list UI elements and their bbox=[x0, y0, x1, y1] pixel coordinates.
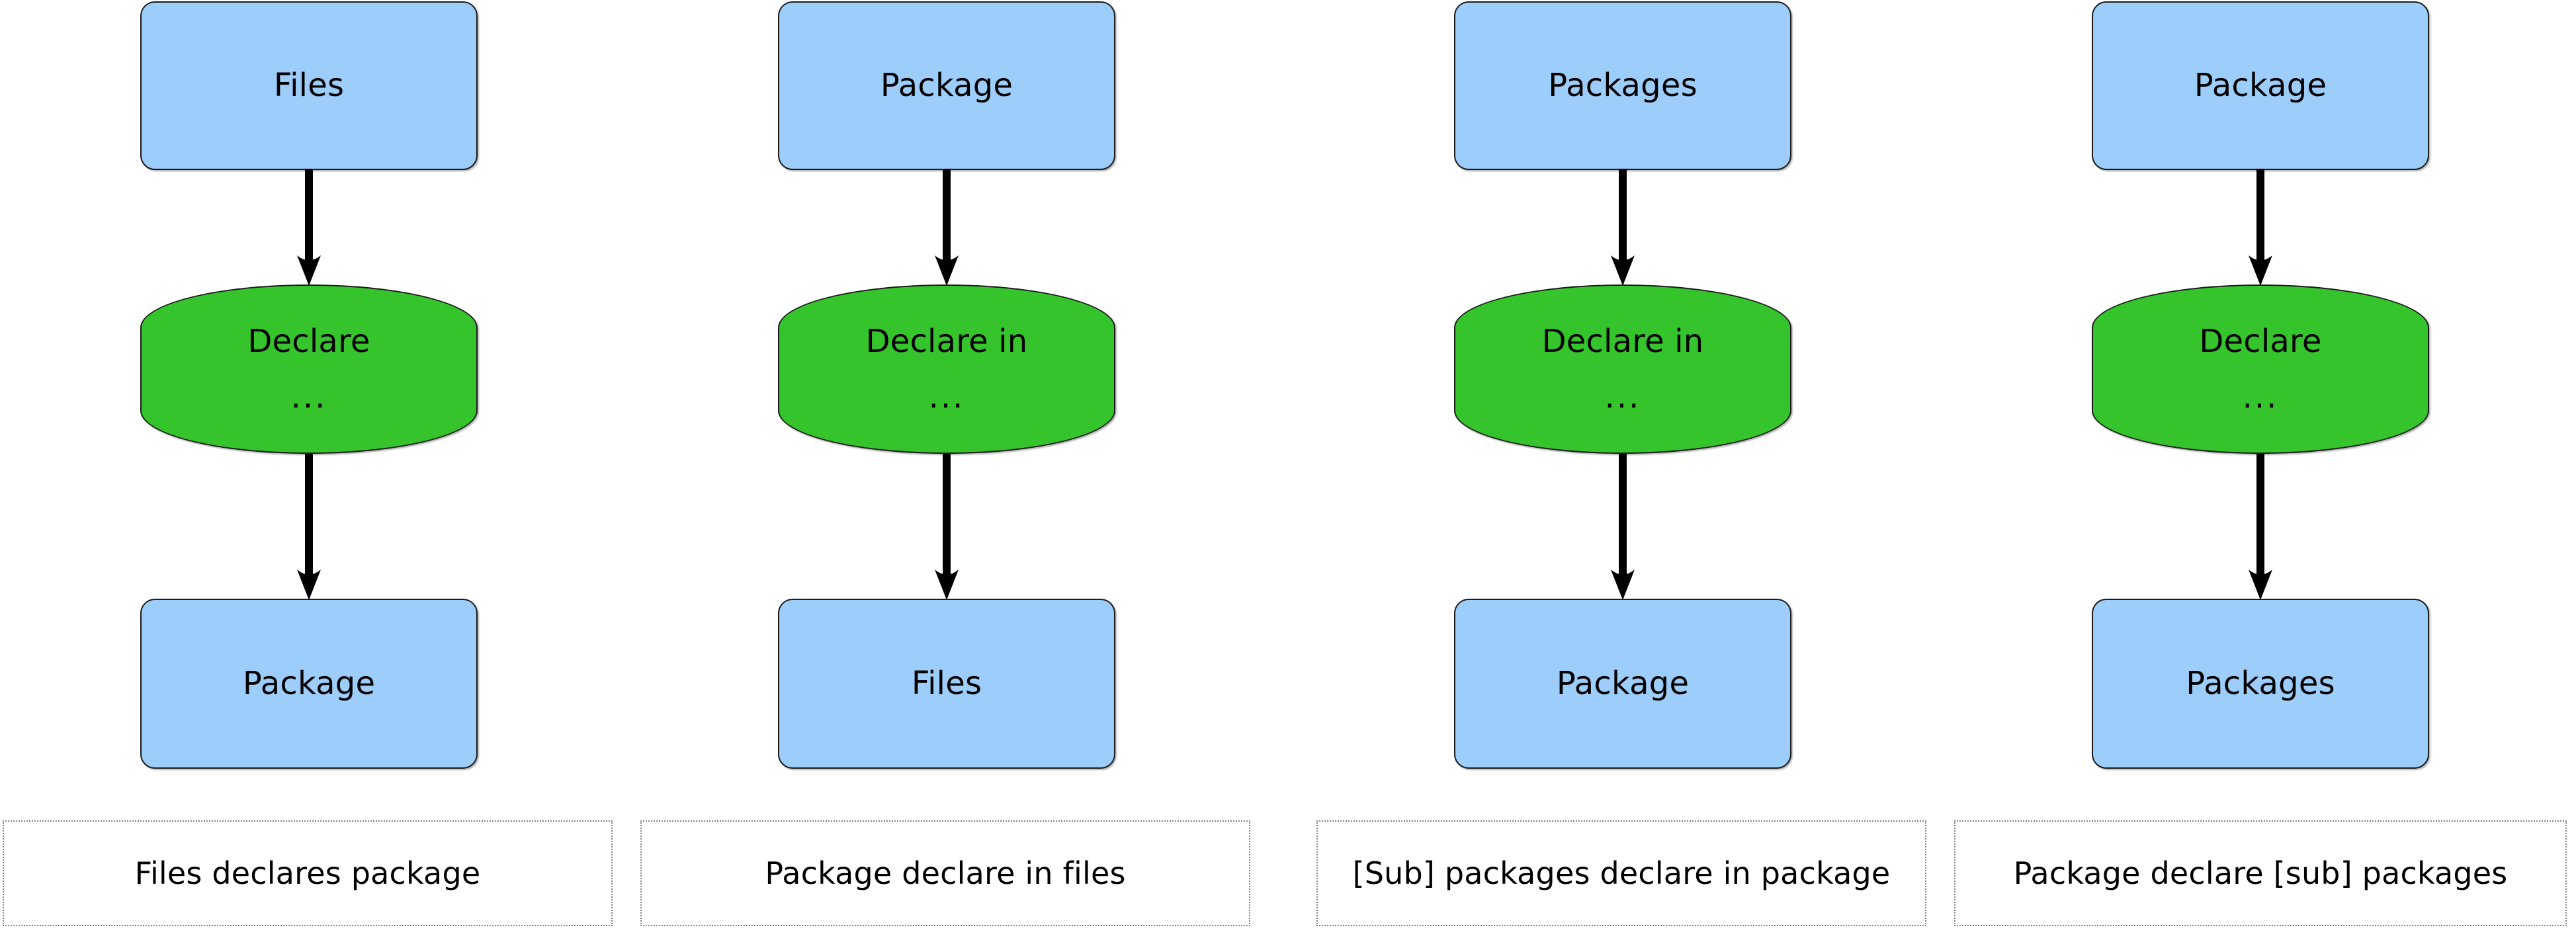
caption-text: Package declare [sub] packages bbox=[2013, 855, 2508, 891]
node-middle-col1[interactable]: Declare ... bbox=[140, 284, 478, 454]
caption-text: [Sub] packages declare in package bbox=[1352, 855, 1891, 891]
node-ellipsis: ... bbox=[290, 378, 327, 415]
node-bottom-col2[interactable]: Files bbox=[778, 599, 1115, 769]
caption-box-col3: [Sub] packages declare in package bbox=[1316, 820, 1926, 926]
caption-text: Package declare in files bbox=[765, 855, 1126, 891]
caption-box-col2: Package declare in files bbox=[640, 820, 1250, 926]
arrow-middle-to-bottom-col3 bbox=[1610, 454, 1636, 601]
node-ellipsis: ... bbox=[2242, 378, 2279, 415]
node-bottom-col3[interactable]: Package bbox=[1454, 599, 1791, 769]
diagram-column-1: Files Declare ... Package Files declares… bbox=[0, 0, 615, 950]
node-label: Package bbox=[242, 665, 376, 703]
node-top-col2[interactable]: Package bbox=[778, 1, 1115, 170]
node-label: Packages bbox=[1548, 67, 1697, 105]
node-label: Declare in bbox=[865, 322, 1028, 360]
node-top-col3[interactable]: Packages bbox=[1454, 1, 1791, 170]
node-label: Package bbox=[880, 67, 1013, 105]
node-middle-col4[interactable]: Declare ... bbox=[2092, 284, 2429, 454]
arrow-top-to-middle-col4 bbox=[2247, 169, 2274, 286]
caption-text: Files declares package bbox=[134, 855, 481, 891]
diagram-column-3: Packages Declare in ... Package [Sub] pa… bbox=[1314, 0, 1929, 950]
arrow-middle-to-bottom-col2 bbox=[933, 454, 960, 601]
arrow-top-to-middle-col3 bbox=[1610, 169, 1636, 286]
arrow-middle-to-bottom-col1 bbox=[296, 454, 322, 601]
arrow-top-to-middle-col1 bbox=[296, 169, 322, 286]
node-ellipsis: ... bbox=[928, 378, 965, 415]
node-label: Files bbox=[273, 67, 345, 105]
node-label: Declare in bbox=[1541, 322, 1704, 360]
diagram-column-2: Package Declare in ... Files Package dec… bbox=[638, 0, 1253, 950]
diagram-canvas: Files Declare ... Package Files declares… bbox=[0, 0, 2576, 950]
node-bottom-col4[interactable]: Packages bbox=[2092, 599, 2429, 769]
node-middle-col3[interactable]: Declare in ... bbox=[1454, 284, 1791, 454]
node-top-col4[interactable]: Package bbox=[2092, 1, 2429, 170]
node-label: Files bbox=[911, 665, 982, 703]
node-bottom-col1[interactable]: Package bbox=[140, 599, 478, 769]
arrow-middle-to-bottom-col4 bbox=[2247, 454, 2274, 601]
node-label: Declare bbox=[247, 322, 370, 360]
node-middle-col2[interactable]: Declare in ... bbox=[778, 284, 1115, 454]
node-ellipsis: ... bbox=[1604, 378, 1641, 415]
diagram-column-4: Package Declare ... Packages Package dec… bbox=[1952, 0, 2567, 950]
caption-box-col1: Files declares package bbox=[3, 820, 613, 926]
node-top-col1[interactable]: Files bbox=[140, 1, 478, 170]
caption-box-col4: Package declare [sub] packages bbox=[1954, 820, 2567, 926]
node-label: Packages bbox=[2186, 665, 2335, 703]
node-label: Package bbox=[2194, 67, 2327, 105]
arrow-top-to-middle-col2 bbox=[933, 169, 960, 286]
node-label: Declare bbox=[2199, 322, 2322, 360]
node-label: Package bbox=[1556, 665, 1690, 703]
